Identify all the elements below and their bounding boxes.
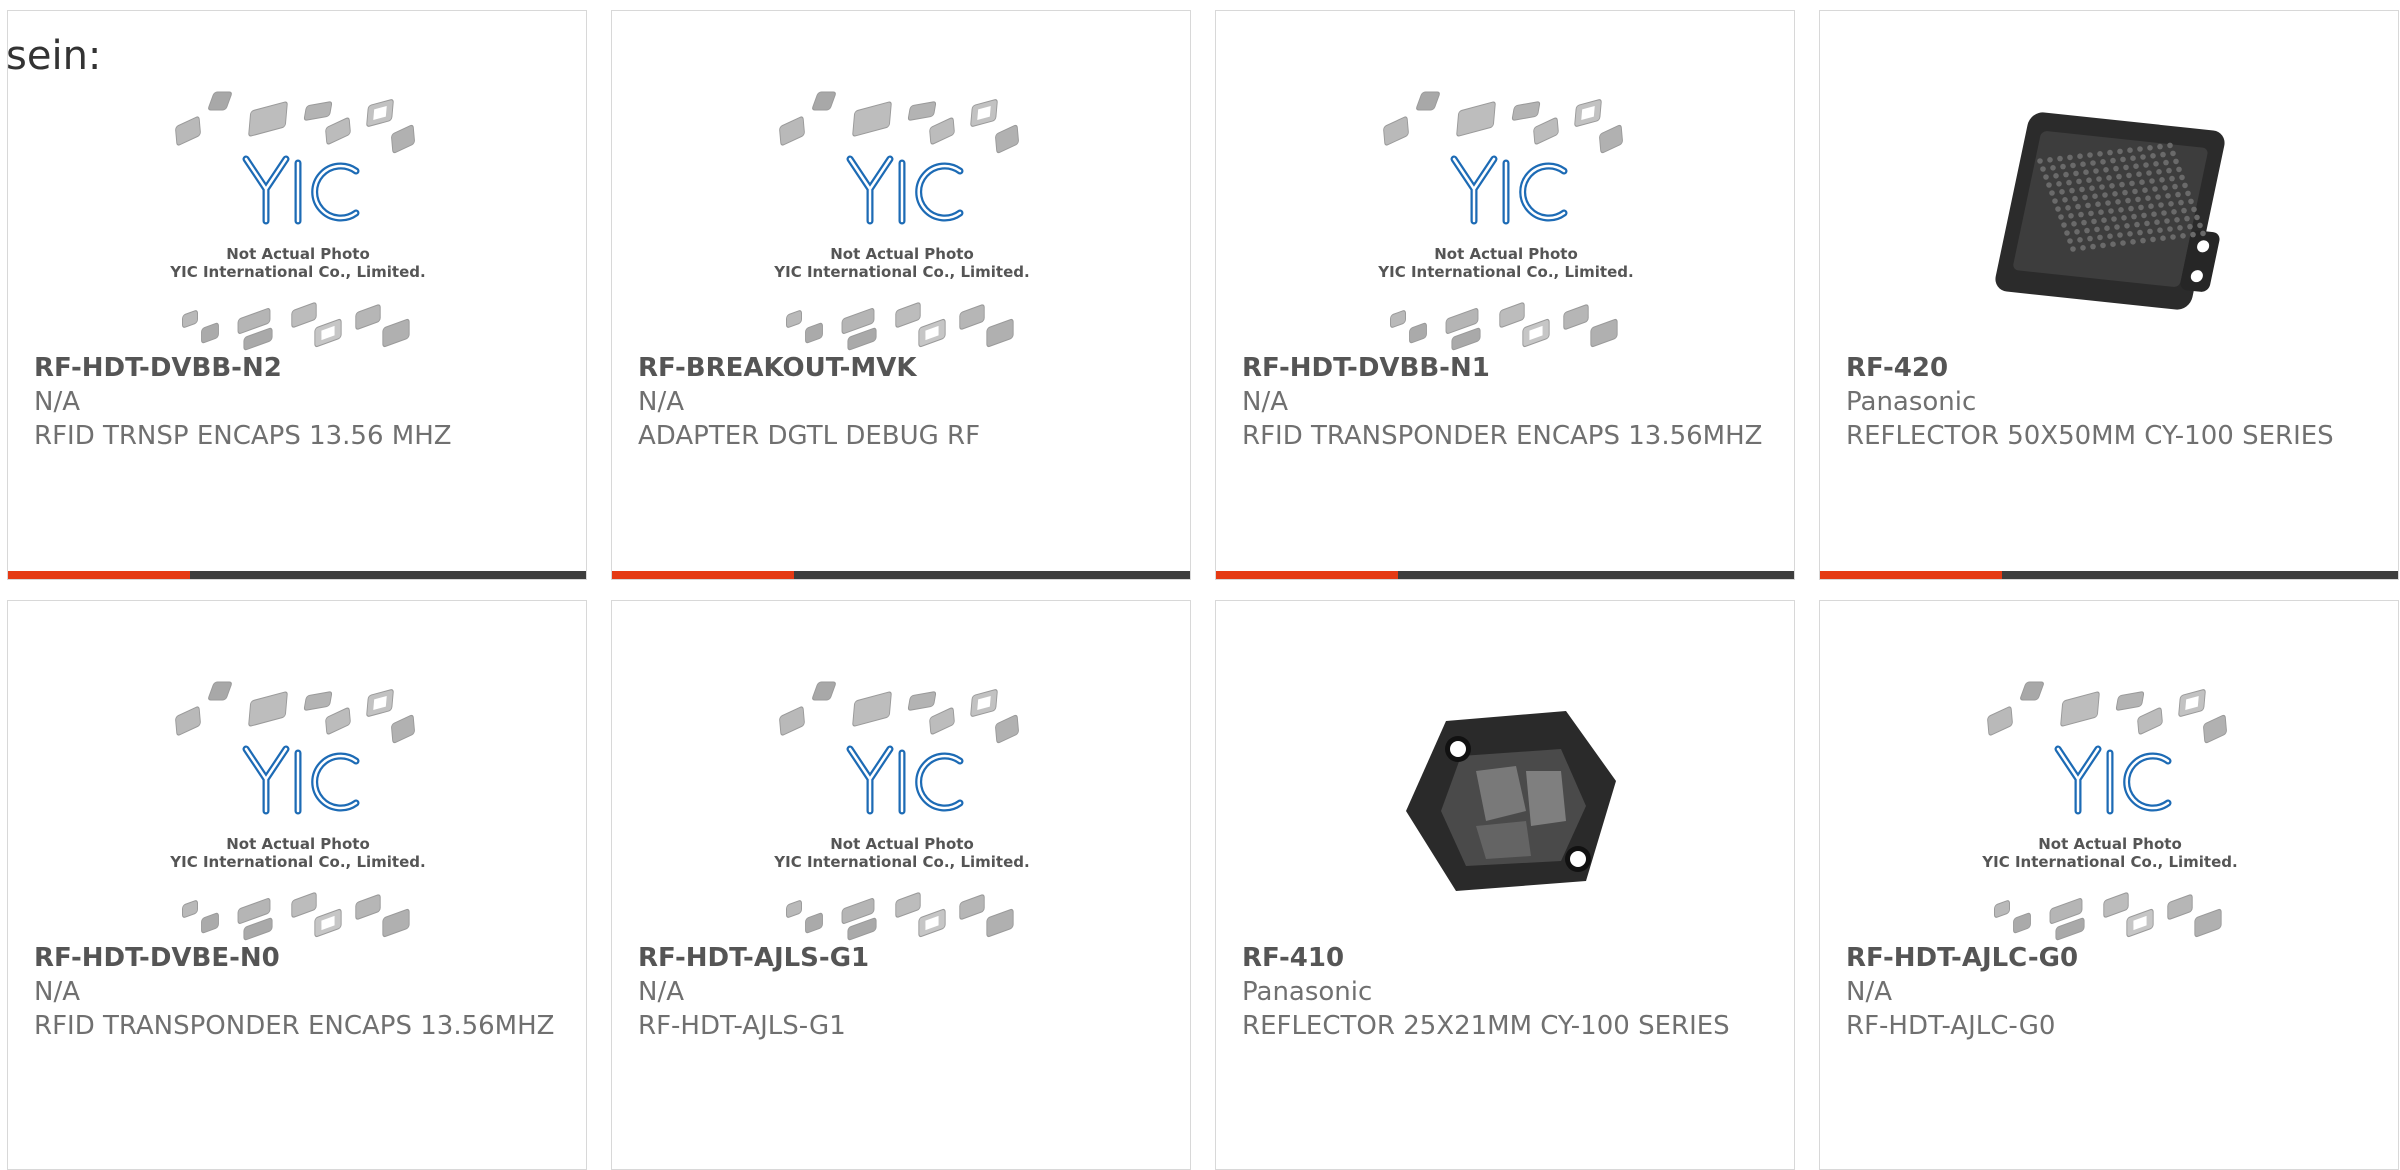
product-info: RF-HDT-AJLS-G1 N/A RF-HDT-AJLS-G1 [638, 941, 1164, 1043]
manufacturer: N/A [34, 387, 80, 417]
company-text: YIC International Co., Limited. [773, 853, 1029, 871]
product-grid: Not Actual Photo YIC International Co., … [7, 10, 2399, 1170]
product-card[interactable]: Not Actual Photo YIC International Co., … [1215, 10, 1795, 580]
product-card[interactable]: Not Actual Photo YIC International Co., … [611, 10, 1191, 580]
product-description: RFID TRANSPONDER ENCAPS 13.56MHZ [34, 1011, 555, 1041]
product-info: RF-410 Panasonic REFLECTOR 25X21MM CY-100 … [1242, 941, 1768, 1043]
placeholder-photo: Not Actual Photo YIC International Co., … [773, 681, 1030, 941]
product-image[interactable]: Not Actual Photo YIC International Co., … [762, 71, 1042, 351]
product-info: RF-HDT-DVBE-N0 N/A RFID TRANSPONDER ENCAPS… [34, 941, 560, 1043]
product-image[interactable]: Not Actual Photo YIC International Co., … [762, 661, 1042, 941]
manufacturer: Panasonic [1846, 387, 1977, 417]
product-info: RF-HDT-AJLC-G0 N/A RF-HDT-AJLC-G0 [1846, 941, 2372, 1043]
product-info: RF-420 Panasonic REFLECTOR 50X50MM CY-100 … [1846, 351, 2372, 453]
part-number[interactable]: RF-HDT-DVBB-N2 [34, 351, 560, 385]
manufacturer: N/A [638, 387, 684, 417]
company-text: YIC International Co., Limited. [169, 853, 425, 871]
manufacturer: N/A [1242, 387, 1288, 417]
manufacturer: N/A [1846, 977, 1892, 1007]
yic-logo-icon [846, 745, 964, 815]
yic-logo-icon [2054, 745, 2172, 815]
product-card[interactable]: Not Actual Photo YIC International Co., … [7, 600, 587, 1170]
manufacturer: N/A [638, 977, 684, 1007]
product-info: RF-BREAKOUT-MVK N/A ADAPTER DGTL DEBUG RF [638, 351, 1164, 453]
placeholder-photo: Not Actual Photo YIC International Co., … [169, 681, 426, 941]
product-card[interactable]: RF-420 Panasonic REFLECTOR 50X50MM CY-100 … [1819, 10, 2399, 580]
product-image[interactable]: Not Actual Photo YIC International Co., … [1970, 661, 2250, 941]
part-number[interactable]: RF-HDT-DVBE-N0 [34, 941, 560, 975]
not-actual-photo-text: Not Actual Photo [830, 245, 974, 263]
company-text: YIC International Co., Limited. [169, 263, 425, 281]
placeholder-photo: Not Actual Photo YIC International Co., … [169, 91, 426, 351]
company-text: YIC International Co., Limited. [1981, 853, 2237, 871]
product-image[interactable] [1366, 661, 1646, 941]
section-heading: sein: [6, 33, 102, 79]
placeholder-photo: Not Actual Photo YIC International Co., … [1981, 681, 2238, 941]
card-footer-accent [612, 571, 794, 579]
product-image[interactable] [1970, 71, 2250, 351]
product-description: REFLECTOR 25X21MM CY-100 SERIES [1242, 1011, 1730, 1041]
card-footer-bar [8, 571, 586, 579]
yic-logo-icon [846, 155, 964, 225]
part-number[interactable]: RF-HDT-AJLS-G1 [638, 941, 1164, 975]
manufacturer: Panasonic [1242, 977, 1373, 1007]
yic-logo-icon [1450, 155, 1568, 225]
card-footer-accent [8, 571, 190, 579]
product-card[interactable]: RF-410 Panasonic REFLECTOR 25X21MM CY-100 … [1215, 600, 1795, 1170]
not-actual-photo-text: Not Actual Photo [1434, 245, 1578, 263]
company-text: YIC International Co., Limited. [773, 263, 1029, 281]
company-text: YIC International Co., Limited. [1377, 263, 1633, 281]
product-description: RFID TRNSP ENCAPS 13.56 MHZ [34, 421, 452, 451]
product-description: RF-HDT-AJLS-G1 [638, 1011, 846, 1041]
product-image[interactable]: Not Actual Photo YIC International Co., … [158, 71, 438, 351]
placeholder-photo: Not Actual Photo YIC International Co., … [1377, 91, 1634, 351]
part-number[interactable]: RF-HDT-AJLC-G0 [1846, 941, 2372, 975]
part-number[interactable]: RF-HDT-DVBB-N1 [1242, 351, 1768, 385]
reflector-hex-photo [1366, 661, 1646, 941]
yic-logo-icon [242, 155, 360, 225]
not-actual-photo-text: Not Actual Photo [226, 835, 370, 853]
product-image[interactable]: Not Actual Photo YIC International Co., … [1366, 71, 1646, 351]
not-actual-photo-text: Not Actual Photo [830, 835, 974, 853]
product-description: RFID TRANSPONDER ENCAPS 13.56MHZ [1242, 421, 1763, 451]
product-card[interactable]: Not Actual Photo YIC International Co., … [7, 10, 587, 580]
product-card[interactable]: Not Actual Photo YIC International Co., … [611, 600, 1191, 1170]
product-description: RF-HDT-AJLC-G0 [1846, 1011, 2056, 1041]
product-description: ADAPTER DGTL DEBUG RF [638, 421, 981, 451]
card-footer-accent [1820, 571, 2002, 579]
manufacturer: N/A [34, 977, 80, 1007]
part-number[interactable]: RF-420 [1846, 351, 2372, 385]
product-card[interactable]: Not Actual Photo YIC International Co., … [1819, 600, 2399, 1170]
card-footer-bar [1820, 571, 2398, 579]
part-number[interactable]: RF-BREAKOUT-MVK [638, 351, 1164, 385]
not-actual-photo-text: Not Actual Photo [2038, 835, 2182, 853]
card-footer-bar [1216, 571, 1794, 579]
card-footer-bar [612, 571, 1190, 579]
not-actual-photo-text: Not Actual Photo [226, 245, 370, 263]
product-image[interactable]: Not Actual Photo YIC International Co., … [158, 661, 438, 941]
placeholder-photo: Not Actual Photo YIC International Co., … [773, 91, 1030, 351]
yic-logo-icon [242, 745, 360, 815]
reflector-square-photo [1970, 71, 2250, 351]
product-description: REFLECTOR 50X50MM CY-100 SERIES [1846, 421, 2334, 451]
card-footer-accent [1216, 571, 1398, 579]
part-number[interactable]: RF-410 [1242, 941, 1768, 975]
product-info: RF-HDT-DVBB-N2 N/A RFID TRNSP ENCAPS 13.56… [34, 351, 560, 453]
product-info: RF-HDT-DVBB-N1 N/A RFID TRANSPONDER ENCAPS… [1242, 351, 1768, 453]
